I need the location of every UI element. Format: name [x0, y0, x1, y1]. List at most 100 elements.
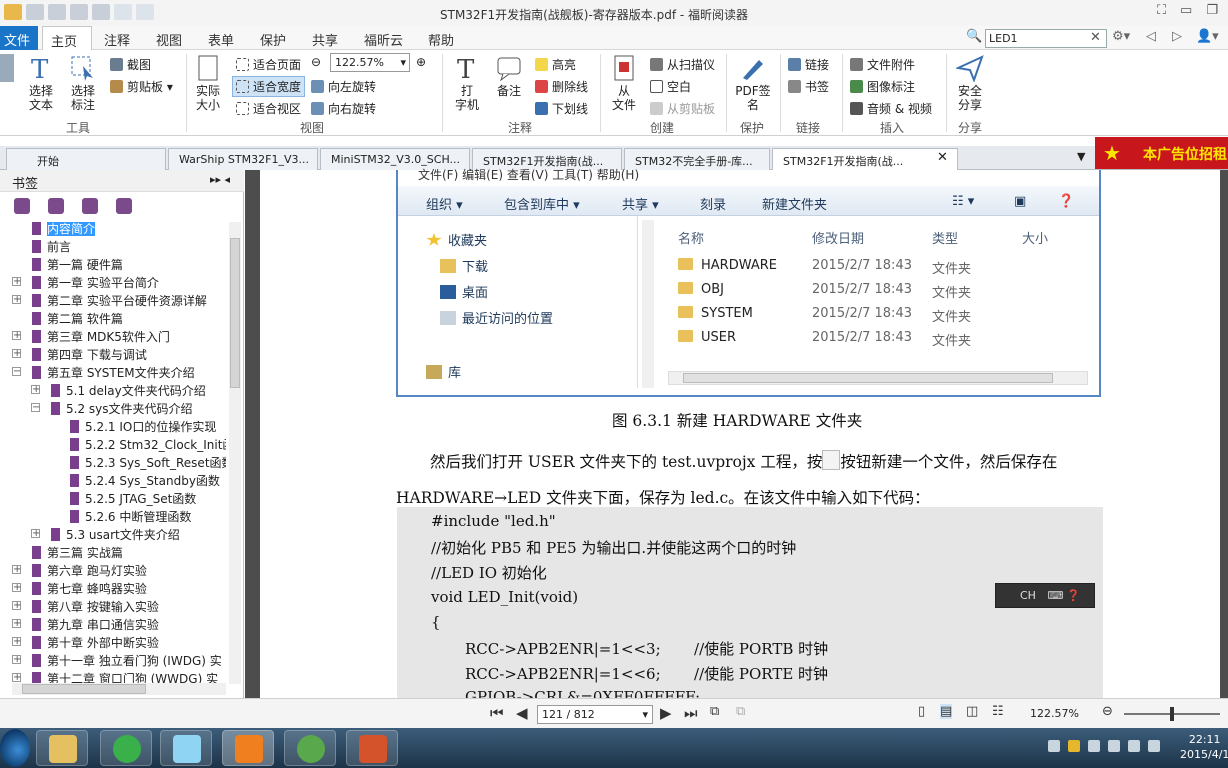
collapse-icon[interactable]: − — [12, 367, 24, 385]
fit-width-button[interactable]: 适合宽度 — [232, 76, 306, 97]
underline-button[interactable]: 下划线 — [535, 100, 588, 117]
close-icon[interactable]: ✕ — [937, 150, 948, 165]
scroll-thumb[interactable] — [22, 684, 146, 694]
bookmark-item[interactable]: 5.2.2 Stm32_Clock_Init函 — [70, 436, 226, 454]
strikeout-button[interactable]: 删除线 — [535, 78, 588, 95]
expand-icon[interactable]: + — [31, 385, 43, 403]
bookmark-item[interactable]: 5.3 usart文件夹介绍 — [51, 526, 226, 544]
bookmark-item[interactable]: 5.2.4 Sys_Standby函数 — [70, 472, 226, 490]
horizontal-scrollbar[interactable] — [12, 683, 226, 695]
actual-size-button[interactable]: 实际 大小 — [192, 54, 224, 112]
menu-file[interactable]: 文件 — [0, 26, 38, 50]
delete-bookmark-icon[interactable] — [14, 198, 30, 214]
open-icon[interactable] — [4, 4, 22, 20]
clock[interactable]: 22:11 2015/4/1 — [1180, 732, 1228, 762]
scroll-thumb[interactable] — [230, 238, 240, 388]
bookmark-item[interactable]: 第二篇 软件篇 — [32, 310, 226, 328]
fit-visible-button[interactable]: 适合视区 — [236, 100, 301, 117]
expand-bookmark-icon[interactable] — [82, 198, 98, 214]
close-icon[interactable]: ✕ — [1090, 30, 1101, 45]
document-viewer[interactable]: 文件(F) 编辑(E) 查看(V) 工具(T) 帮助(H) 组织 ▾ 包含到库中… — [245, 168, 1228, 698]
ime-toolbar[interactable]: CH ⌨ ❓ — [995, 583, 1095, 608]
tab-doc-active[interactable]: STM32F1开发指南(战... — [772, 148, 958, 170]
expand-icon[interactable]: + — [12, 601, 24, 619]
minimize-button[interactable]: ▭ — [1180, 3, 1192, 18]
taskbar-qq[interactable] — [284, 730, 336, 766]
bookmark-item[interactable]: 第四章 下载与调试 — [32, 346, 226, 364]
gear-icon[interactable]: ⚙▾ — [1112, 29, 1130, 44]
bookmark-item[interactable]: 5.2.5 JTAG_Set函数 — [70, 490, 226, 508]
zoom-slider[interactable] — [1124, 707, 1220, 721]
tray-app-icon[interactable] — [1088, 740, 1100, 752]
expand-icon[interactable]: + — [12, 277, 24, 295]
next-page-icon[interactable]: ▶ — [660, 704, 672, 722]
tab-comment[interactable]: 注释 — [104, 30, 130, 49]
bookmark-item[interactable]: 内容简介 — [32, 220, 226, 238]
prev-view-icon[interactable]: ⧉ — [710, 704, 719, 719]
taskbar-explorer[interactable] — [36, 730, 88, 766]
expand-icon[interactable]: + — [12, 583, 24, 601]
note-button[interactable]: 备注 — [492, 54, 526, 98]
tab-view[interactable]: 视图 — [156, 30, 182, 49]
page-number-input[interactable]: 121 / 812 ▾ — [537, 705, 653, 724]
search-input[interactable]: LED1 — [985, 29, 1107, 48]
fit-page-button[interactable]: 适合页面 — [236, 56, 301, 73]
show-hidden-icon[interactable] — [1048, 740, 1060, 752]
tab-home[interactable]: 主页 — [42, 26, 92, 51]
new-icon[interactable] — [92, 4, 110, 20]
redo-icon[interactable] — [136, 4, 154, 20]
bookmark-item[interactable]: 第十一章 独立看门狗 (IWDG) 实 — [32, 652, 226, 670]
from-file-button[interactable]: 从 文件 — [607, 54, 641, 112]
clipboard-button[interactable]: 剪贴板 ▾ — [110, 78, 173, 95]
expand-icon[interactable]: + — [12, 295, 24, 313]
tab-form[interactable]: 表单 — [208, 30, 234, 49]
pdf-sign-button[interactable]: PDF签 名 — [734, 54, 772, 112]
tab-doc-4[interactable]: STM32不完全手册-库... — [624, 148, 770, 170]
expand-icon[interactable]: + — [12, 349, 24, 367]
bookmark-item[interactable]: 5.2.1 IO口的位操作实现 — [70, 418, 226, 436]
tab-cloud[interactable]: 福昕云 — [364, 30, 403, 49]
rotate-right-button[interactable]: 向右旋转 — [311, 100, 376, 117]
tab-doc-1[interactable]: WarShip STM32F1_V3... — [168, 148, 318, 170]
help-icon[interactable]: ❓ — [1067, 589, 1081, 602]
expand-icon[interactable]: + — [12, 331, 24, 349]
expand-icon[interactable]: + — [12, 637, 24, 655]
continuous-page-icon[interactable]: ▤ — [940, 704, 953, 719]
print-icon[interactable] — [48, 4, 66, 20]
zoom-out-icon[interactable]: ⊖ — [1102, 704, 1113, 719]
taskbar-browser[interactable] — [100, 730, 152, 766]
expand-icon[interactable]: + — [12, 655, 24, 673]
bookmark-item[interactable]: 第三篇 实战篇 — [32, 544, 226, 562]
start-button[interactable] — [0, 729, 30, 767]
zoom-in-icon[interactable]: ⊕ — [416, 55, 426, 69]
bookmark-item[interactable]: 第七章 蜂鸣器实验 — [32, 580, 226, 598]
prev-page-icon[interactable]: ◀ — [516, 704, 528, 722]
tab-help[interactable]: 帮助 — [428, 30, 454, 49]
taskbar-app[interactable] — [160, 730, 212, 766]
select-annotation-button[interactable]: 选择 标注 — [64, 54, 102, 112]
vertical-scrollbar[interactable] — [229, 222, 241, 684]
user-icon[interactable]: 👤▾ — [1196, 29, 1219, 44]
restore-ribbon-icon[interactable]: ⛶ — [1157, 3, 1166, 18]
search-icon[interactable]: 🔍 — [966, 29, 982, 44]
bookmark-item[interactable]: 第二章 实验平台硬件资源详解 — [32, 292, 226, 310]
file-attachment-button[interactable]: 文件附件 — [850, 56, 915, 73]
bookmark-item[interactable]: 第五章 SYSTEM文件夹介绍 — [32, 364, 226, 382]
prev-icon[interactable]: ◁ — [1146, 29, 1156, 44]
bookmark-item[interactable]: 第一篇 硬件篇 — [32, 256, 226, 274]
snapshot-button[interactable]: 截图 — [110, 56, 151, 73]
blank-button[interactable]: 空白 — [650, 78, 691, 95]
bookmark-item[interactable]: 5.2.6 中断管理函数 — [70, 508, 226, 526]
maximize-button[interactable]: ❐ — [1206, 3, 1218, 18]
keyboard-icon[interactable]: ⌨ — [1047, 589, 1063, 602]
bookmark-item[interactable]: 第十章 外部中断实验 — [32, 634, 226, 652]
volume-icon[interactable] — [1148, 740, 1160, 752]
panel-options-icon[interactable]: ▸▸ ◂ — [210, 173, 230, 186]
select-text-button[interactable]: T 选择 文本 — [22, 54, 60, 112]
bookmark-item[interactable]: 前言 — [32, 238, 226, 256]
facing-page-icon[interactable]: ◫ — [966, 704, 978, 719]
next-icon[interactable]: ▷ — [1172, 29, 1182, 44]
bookmark-item[interactable]: 5.2 sys文件夹代码介绍 — [51, 400, 226, 418]
tab-protect[interactable]: 保护 — [260, 30, 286, 49]
expand-icon[interactable]: + — [12, 565, 24, 583]
